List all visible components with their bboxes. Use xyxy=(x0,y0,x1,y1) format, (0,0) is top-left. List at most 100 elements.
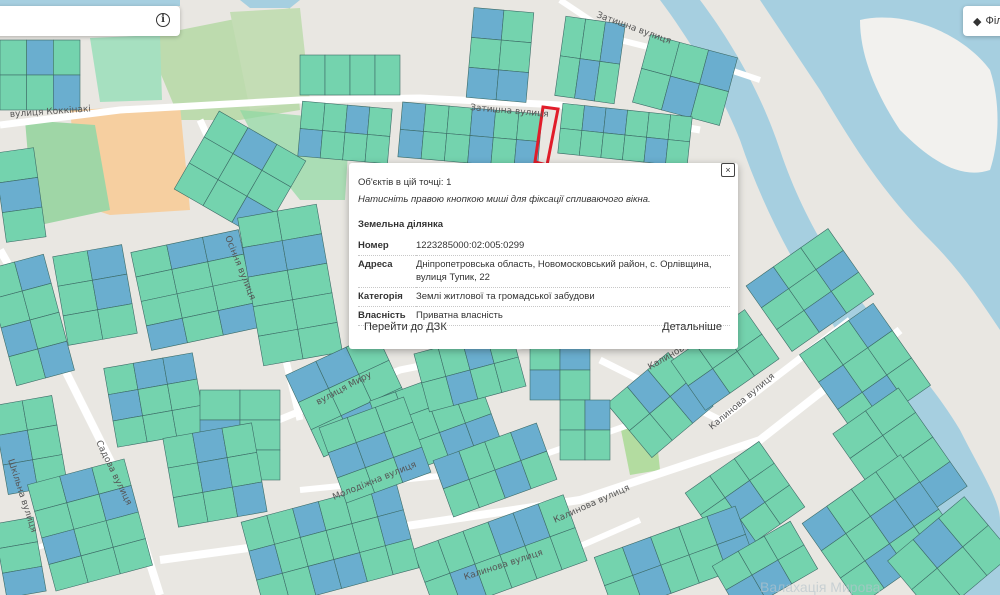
parcel-block xyxy=(52,244,138,346)
land-parcel[interactable] xyxy=(1,206,47,243)
go-to-dzk-link[interactable]: Перейти до ДЗК xyxy=(364,321,447,333)
land-parcel[interactable] xyxy=(444,133,471,164)
land-parcel[interactable] xyxy=(27,424,63,461)
land-parcel[interactable] xyxy=(423,103,450,134)
land-parcel[interactable] xyxy=(202,486,238,523)
land-parcel[interactable] xyxy=(529,369,561,401)
parcel-block xyxy=(554,15,626,105)
land-parcel[interactable] xyxy=(584,399,611,431)
land-parcel[interactable] xyxy=(57,279,98,317)
land-parcel[interactable] xyxy=(622,134,647,163)
land-parcel[interactable] xyxy=(0,74,27,111)
land-parcel[interactable] xyxy=(471,7,505,41)
land-parcel[interactable] xyxy=(62,309,104,346)
land-parcel[interactable] xyxy=(557,127,583,156)
land-parcel[interactable] xyxy=(349,54,376,96)
land-parcel[interactable] xyxy=(600,132,626,161)
land-parcel[interactable] xyxy=(0,147,39,184)
land-parcel[interactable] xyxy=(420,131,448,162)
land-parcel[interactable] xyxy=(167,378,202,411)
land-parcel[interactable] xyxy=(137,383,173,417)
land-parcel[interactable] xyxy=(495,69,529,103)
land-parcel[interactable] xyxy=(162,432,198,469)
parcel-block xyxy=(297,100,393,165)
land-parcel[interactable] xyxy=(468,37,502,71)
land-parcel[interactable] xyxy=(367,106,393,137)
land-parcel[interactable] xyxy=(646,112,672,140)
land-parcel[interactable] xyxy=(581,105,607,134)
popup-heading: Земельна ділянка xyxy=(358,219,443,230)
land-parcel[interactable] xyxy=(374,54,401,96)
land-parcel[interactable] xyxy=(299,54,326,96)
land-parcel[interactable] xyxy=(500,9,535,43)
parcel-info-popup: × Об'єктів в цій точці: 1 Натисніть прав… xyxy=(349,163,738,349)
land-parcel[interactable] xyxy=(26,74,54,111)
land-parcel[interactable] xyxy=(167,462,204,498)
popup-actions: Перейти до ДЗК Детальніше xyxy=(364,321,722,333)
info-icon[interactable]: i xyxy=(156,13,170,27)
search-box[interactable]: i xyxy=(0,6,180,36)
close-icon[interactable]: × xyxy=(721,163,735,177)
land-parcel[interactable] xyxy=(624,109,650,138)
land-parcel[interactable] xyxy=(52,250,93,287)
layers-button[interactable]: ◆ Філ xyxy=(963,6,1000,36)
land-parcel[interactable] xyxy=(342,132,368,163)
land-parcel[interactable] xyxy=(498,39,532,73)
table-row: Категорія Землі житлової та громадської … xyxy=(358,287,730,307)
land-parcel[interactable] xyxy=(239,389,281,421)
land-parcel[interactable] xyxy=(162,352,198,385)
land-parcel[interactable] xyxy=(344,104,371,135)
land-parcel[interactable] xyxy=(258,328,304,367)
land-parcel[interactable] xyxy=(584,429,611,461)
land-parcel[interactable] xyxy=(643,136,669,165)
parcel-block xyxy=(299,54,401,96)
layers-icon: ◆ xyxy=(973,15,982,28)
parcel-block xyxy=(529,339,591,401)
land-parcel[interactable] xyxy=(446,105,473,136)
land-parcel[interactable] xyxy=(86,244,128,281)
details-link[interactable]: Детальніше xyxy=(662,321,722,333)
attr-key: Категорія xyxy=(358,287,416,307)
attr-value: 1223285000:02:005:0299 xyxy=(416,237,730,256)
land-parcel[interactable] xyxy=(299,100,326,131)
objects-count: Об'єктів в цій точці: 1 xyxy=(358,177,452,188)
land-parcel[interactable] xyxy=(0,177,43,213)
land-parcel[interactable] xyxy=(92,273,133,311)
land-parcel[interactable] xyxy=(667,114,693,143)
land-parcel[interactable] xyxy=(465,67,500,101)
land-parcel[interactable] xyxy=(103,362,139,396)
land-parcel[interactable] xyxy=(324,54,351,96)
land-parcel[interactable] xyxy=(399,101,427,132)
land-parcel[interactable] xyxy=(132,357,168,390)
land-parcel[interactable] xyxy=(197,457,233,493)
land-parcel[interactable] xyxy=(559,369,591,401)
land-parcel[interactable] xyxy=(559,429,586,461)
land-parcel[interactable] xyxy=(559,399,586,431)
land-parcel[interactable] xyxy=(112,415,148,448)
parcel-block xyxy=(465,7,535,103)
land-parcel[interactable] xyxy=(21,395,58,431)
land-parcel[interactable] xyxy=(322,102,348,133)
land-parcel[interactable] xyxy=(97,303,138,340)
land-parcel[interactable] xyxy=(172,492,209,528)
land-parcel[interactable] xyxy=(578,130,604,158)
land-parcel[interactable] xyxy=(232,481,268,518)
attr-value: Дніпропетровська область, Новомосковськи… xyxy=(416,255,730,288)
land-parcel[interactable] xyxy=(364,134,391,165)
land-parcel[interactable] xyxy=(467,135,494,166)
land-parcel[interactable] xyxy=(226,452,263,488)
land-parcel[interactable] xyxy=(560,103,585,131)
map-watermark: Валахація Мирова xyxy=(760,579,881,595)
parcel-block xyxy=(162,422,268,528)
land-parcel[interactable] xyxy=(319,130,346,161)
land-parcel[interactable] xyxy=(297,128,323,159)
land-parcel[interactable] xyxy=(199,389,241,421)
land-parcel[interactable] xyxy=(603,107,628,136)
land-parcel[interactable] xyxy=(108,389,143,422)
land-parcel[interactable] xyxy=(221,422,258,458)
land-parcel[interactable] xyxy=(26,39,54,76)
land-parcel[interactable] xyxy=(192,427,228,464)
land-parcel[interactable] xyxy=(53,39,81,76)
land-parcel[interactable] xyxy=(397,129,424,160)
land-parcel[interactable] xyxy=(0,39,27,76)
